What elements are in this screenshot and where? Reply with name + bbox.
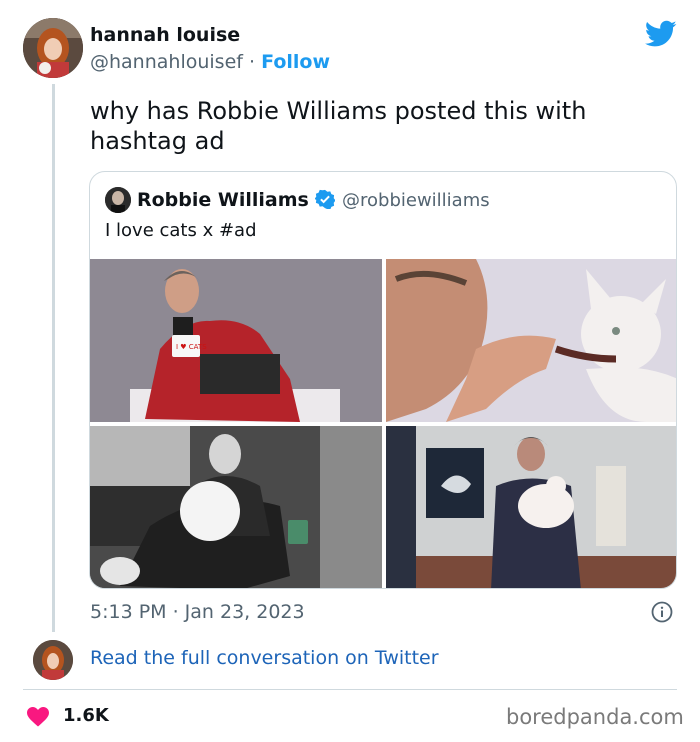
separator: · [249, 51, 256, 73]
mug [288, 520, 308, 544]
quoted-author-avatar[interactable] [105, 187, 131, 213]
thread-line [52, 84, 55, 632]
divider [23, 689, 677, 690]
watermark: boredpanda.com [506, 705, 684, 729]
quoted-tweet[interactable]: Robbie Williams @robbiewilliams I love c… [89, 171, 677, 589]
like-count: 1.6K [63, 705, 109, 726]
tweet-timestamp[interactable]: 5:13 PM · Jan 23, 2023 [90, 601, 305, 623]
follow-button[interactable]: Follow [261, 51, 330, 73]
quoted-author-handle[interactable]: @robbiewilliams [342, 190, 490, 211]
reader-avatar [33, 640, 73, 680]
author-handle[interactable]: @hannahlouisef [90, 51, 243, 73]
read-conversation-link[interactable]: Read the full conversation on Twitter [90, 647, 439, 669]
mug-text: I ♥ CATS [176, 343, 207, 351]
author-avatar[interactable] [23, 18, 83, 78]
info-icon[interactable] [651, 601, 673, 623]
author-handle-row: @hannahlouisef · Follow [90, 51, 330, 73]
photo-bw-armchair-cat[interactable] [90, 426, 382, 588]
author-name[interactable]: hannah louise [90, 24, 240, 46]
verified-badge-icon [315, 189, 335, 209]
quoted-author-name[interactable]: Robbie Williams [137, 189, 309, 211]
heart-icon[interactable] [26, 705, 50, 727]
quoted-tweet-text: I love cats x #ad [105, 220, 257, 241]
photo-room-holding-cat[interactable] [386, 426, 676, 588]
photo-red-suit-mug[interactable]: I ♥ CATS [90, 259, 382, 422]
twitter-bird-icon[interactable] [645, 20, 677, 48]
tweet-text: why has Robbie Williams posted this with… [90, 97, 587, 155]
tweet-embed: hannah louise @hannahlouisef · Follow wh… [0, 0, 700, 742]
photo-white-cat-closeup[interactable] [386, 259, 676, 422]
